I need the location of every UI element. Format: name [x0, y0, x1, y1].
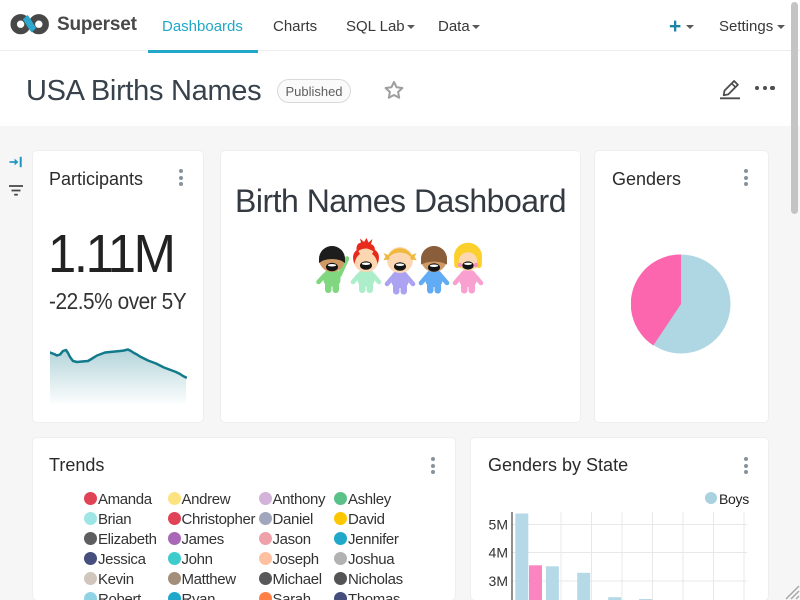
svg-text:3M: 3M: [489, 573, 508, 589]
svg-text:4M: 4M: [489, 545, 508, 561]
svg-text:5M: 5M: [489, 517, 508, 533]
